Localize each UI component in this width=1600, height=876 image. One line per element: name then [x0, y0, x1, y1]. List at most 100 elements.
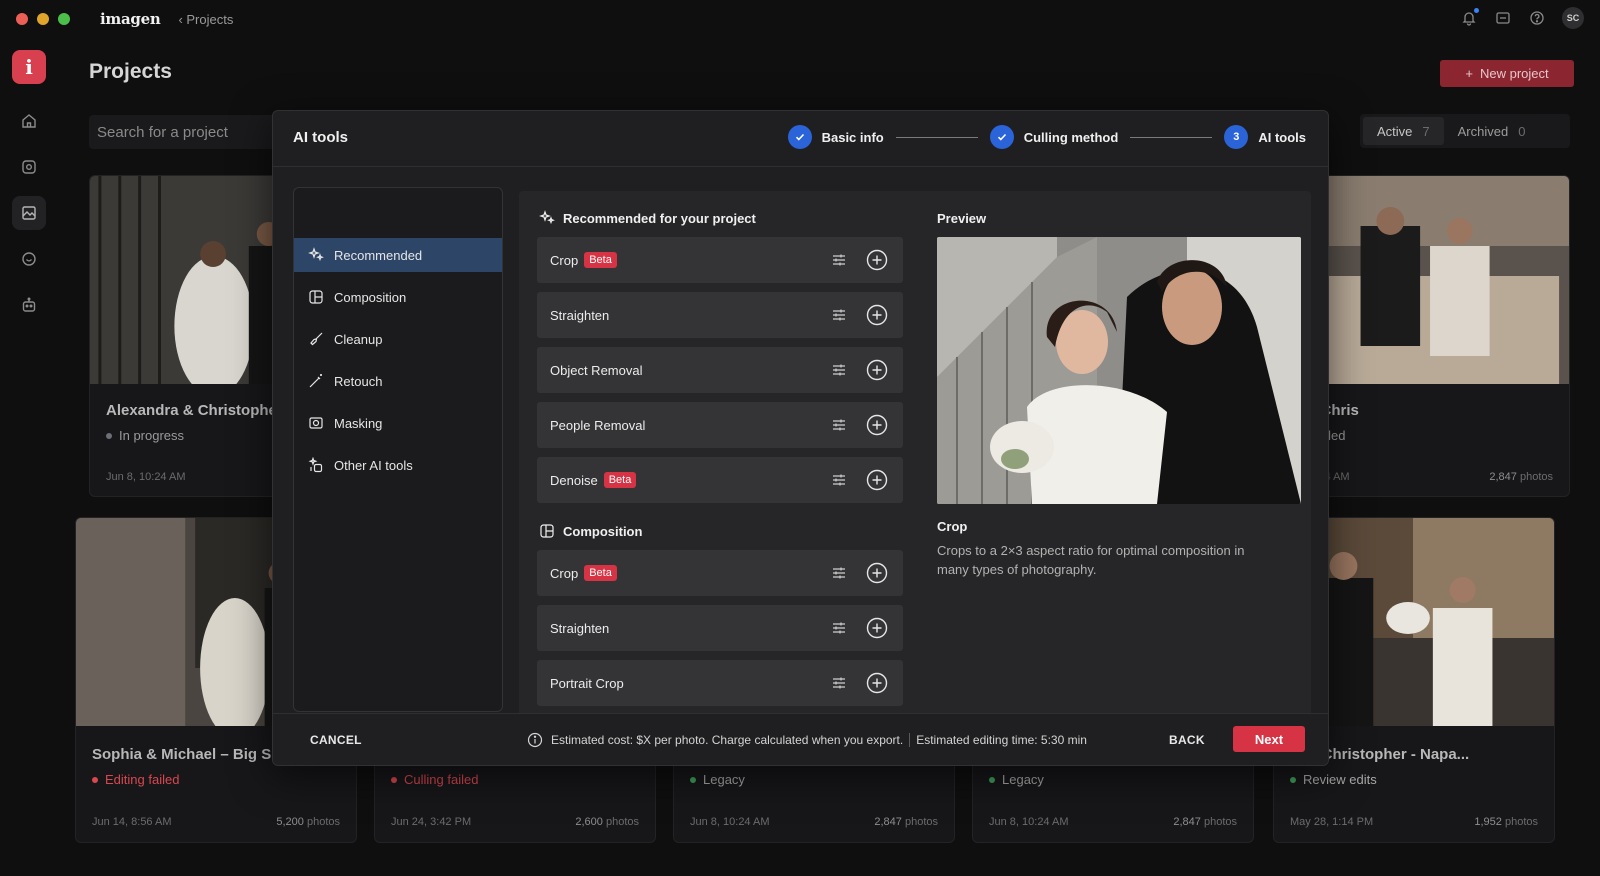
sliders-icon[interactable]: [831, 307, 847, 323]
section-title: Composition: [563, 523, 643, 539]
category-other-ai-tools[interactable]: Other AI tools: [294, 448, 502, 482]
photo-count-unit: photos: [306, 816, 340, 828]
title-bar: imagen ‹ Projects SC: [0, 0, 1600, 38]
card-date: Jun 24, 3:42 PM: [391, 816, 472, 828]
step-divider: [1130, 136, 1213, 138]
step-culling-method[interactable]: Culling method: [989, 125, 1119, 149]
tool-row-denoise[interactable]: Denoise Beta: [537, 457, 903, 503]
step-basic-info[interactable]: Basic info: [787, 125, 884, 149]
add-circle-icon[interactable]: [866, 562, 888, 584]
minimize-window-button[interactable]: [37, 13, 49, 25]
status-badge: Legacy: [690, 772, 745, 787]
photo-count: 1,952 photos: [1474, 816, 1538, 828]
status-badge: Editing failed: [92, 772, 179, 787]
photo-count: 2,600 photos: [575, 816, 639, 828]
preview-image: [937, 237, 1301, 504]
sliders-icon[interactable]: [831, 565, 847, 581]
rail-settings[interactable]: [12, 150, 46, 184]
beta-badge: Beta: [584, 252, 617, 268]
sliders-icon[interactable]: [831, 620, 847, 636]
maximize-window-button[interactable]: [58, 13, 70, 25]
back-button[interactable]: BACK: [1169, 733, 1205, 747]
tool-row-straighten[interactable]: Straighten: [537, 605, 903, 651]
settings-icon: [22, 160, 36, 174]
avatar[interactable]: SC: [1562, 7, 1584, 29]
display-icon[interactable]: [1494, 9, 1512, 27]
divider: [909, 733, 911, 747]
rail-gallery[interactable]: [12, 196, 46, 230]
add-circle-icon[interactable]: [866, 249, 888, 271]
photo-count: 2,847 photos: [874, 816, 938, 828]
add-circle-icon[interactable]: [866, 469, 888, 491]
rail-chat[interactable]: [12, 242, 46, 276]
category-cleanup[interactable]: Cleanup: [294, 322, 502, 356]
brush-icon: [310, 332, 323, 346]
category-label: Cleanup: [334, 331, 383, 347]
project-card[interactable]: a & Chris ancelled , 10:24 AM 2,847 phot…: [1300, 175, 1570, 497]
project-filter-tabs: Active 7 Archived 0: [1360, 114, 1570, 148]
tab-active[interactable]: Active 7: [1363, 117, 1444, 145]
breadcrumb[interactable]: ‹ Projects: [178, 12, 233, 27]
tool-label: Object Removal: [550, 362, 643, 378]
sliders-icon[interactable]: [831, 472, 847, 488]
gallery-icon: [22, 206, 36, 220]
card-title: Alexandra & Christophe: [106, 402, 277, 419]
tool-row-crop[interactable]: Crop Beta: [537, 550, 903, 596]
tool-row-object-removal[interactable]: Object Removal: [537, 347, 903, 393]
cancel-button[interactable]: CANCEL: [310, 733, 362, 747]
brand-logo[interactable]: i: [12, 50, 46, 84]
add-circle-icon[interactable]: [866, 304, 888, 326]
tool-row-portrait-crop[interactable]: Portrait Crop: [537, 660, 903, 706]
photo-count-value: 2,847: [1173, 816, 1201, 828]
preview-description: Crops to a 2×3 aspect ratio for optimal …: [937, 543, 1245, 577]
sparkles-icon: [539, 210, 555, 225]
beta-badge: Beta: [584, 565, 617, 581]
tool-row-straighten[interactable]: Straighten: [537, 292, 903, 338]
preview-label: Preview: [937, 211, 987, 226]
next-button[interactable]: Next: [1233, 726, 1305, 752]
step-ai-tools[interactable]: 3 AI tools: [1224, 125, 1306, 149]
step-label: Culling method: [1023, 129, 1119, 145]
card-date: Jun 8, 10:24 AM: [989, 816, 1069, 828]
card-date: Jun 8, 10:24 AM: [690, 816, 770, 828]
sliders-icon[interactable]: [831, 362, 847, 378]
status-text: Editing failed: [105, 772, 180, 787]
add-circle-icon[interactable]: [866, 617, 888, 639]
beta-badge: Beta: [603, 472, 637, 488]
step-divider: [895, 136, 978, 138]
tool-label: Straighten: [550, 620, 610, 636]
card-date: May 28, 1:14 PM: [1290, 816, 1374, 828]
photo-count-value: 1,952: [1474, 816, 1502, 828]
tool-row-crop[interactable]: Crop Beta: [537, 237, 903, 283]
tool-label: Straighten: [550, 307, 610, 323]
bell-icon[interactable]: [1460, 8, 1479, 27]
add-circle-icon[interactable]: [866, 414, 888, 436]
status-badge: Culling failed: [391, 772, 478, 787]
photo-count: 2,847 photos: [1489, 471, 1553, 483]
sliders-icon[interactable]: [831, 675, 847, 691]
sliders-icon[interactable]: [831, 417, 847, 433]
new-project-button[interactable]: + New project: [1440, 60, 1574, 87]
status-text: In progress: [119, 428, 185, 443]
tool-row-people-removal[interactable]: People Removal: [537, 402, 903, 448]
help-icon[interactable]: [1528, 9, 1546, 27]
tab-archived[interactable]: Archived 0: [1444, 117, 1540, 145]
category-composition[interactable]: Composition: [294, 280, 502, 314]
category-masking[interactable]: Masking: [294, 406, 502, 440]
add-circle-icon[interactable]: [866, 359, 888, 381]
add-circle-icon[interactable]: [866, 672, 888, 694]
tab-label: Active: [1377, 123, 1413, 139]
sliders-icon[interactable]: [831, 252, 847, 268]
status-dot: [106, 432, 112, 439]
tool-label: Crop: [550, 252, 579, 268]
check-icon: [989, 125, 1014, 149]
close-window-button[interactable]: [16, 13, 28, 25]
modal-title: AI tools: [293, 129, 348, 146]
rail-home[interactable]: [12, 104, 46, 138]
rail-robot[interactable]: [12, 288, 46, 322]
category-retouch[interactable]: Retouch: [294, 364, 502, 398]
search-input[interactable]: Search for a project: [89, 115, 289, 149]
status-dot: [989, 776, 995, 783]
category-recommended[interactable]: Recommended: [294, 238, 502, 272]
photo-count-unit: photos: [1519, 471, 1553, 483]
